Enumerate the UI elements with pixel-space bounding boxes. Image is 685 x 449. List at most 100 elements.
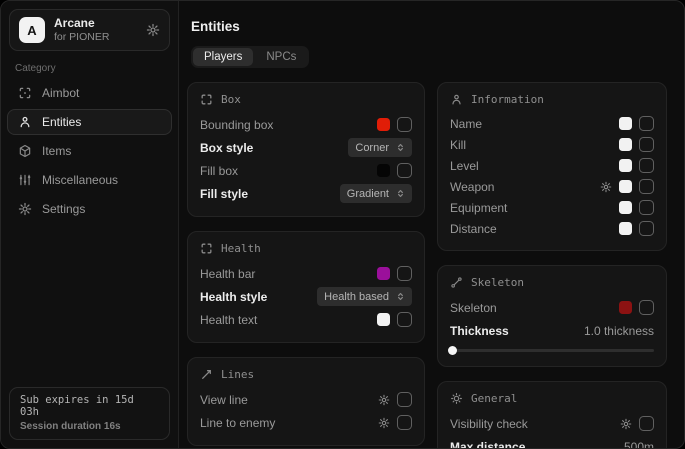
- setting-row: Weapon: [450, 176, 654, 197]
- bone-icon: [450, 276, 463, 289]
- setting-row: Level: [450, 155, 654, 176]
- checkbox[interactable]: [639, 416, 654, 431]
- person-scan-icon: [18, 115, 32, 129]
- setting-label: Box style: [200, 141, 253, 155]
- checkbox[interactable]: [639, 300, 654, 315]
- dropdown-value: Gradient: [347, 188, 389, 200]
- checkbox[interactable]: [639, 200, 654, 215]
- color-swatch[interactable]: [619, 138, 632, 151]
- setting-row: Max distance 500m: [450, 435, 654, 449]
- setting-label: Equipment: [450, 201, 507, 215]
- checkbox[interactable]: [397, 163, 412, 178]
- panel-title: Health: [221, 242, 261, 255]
- session-duration-text: Session duration 16s: [20, 421, 159, 432]
- setting-label: Health style: [200, 290, 267, 304]
- color-swatch[interactable]: [619, 201, 632, 214]
- setting-row: Distance: [450, 218, 654, 239]
- color-swatch[interactable]: [619, 301, 632, 314]
- checkbox[interactable]: [639, 137, 654, 152]
- category-label: Category: [15, 63, 178, 74]
- sidebar-item-label: Entities: [42, 115, 81, 129]
- setting-row: Name: [450, 113, 654, 134]
- checkbox[interactable]: [639, 158, 654, 173]
- setting-row: Skeleton: [450, 296, 654, 319]
- checkbox[interactable]: [397, 312, 412, 327]
- setting-row: Thickness 1.0 thickness: [450, 319, 654, 342]
- color-swatch[interactable]: [619, 180, 632, 193]
- panel-general: General Visibility check Max distance 50…: [437, 381, 667, 449]
- chevron-updown-icon: [396, 292, 405, 301]
- chevron-updown-icon: [396, 143, 405, 152]
- panel-information: Information Name Kill: [437, 82, 667, 251]
- sidebar-item-items[interactable]: Items: [7, 138, 172, 164]
- setting-row: View line: [200, 388, 412, 411]
- gear-icon[interactable]: [620, 418, 632, 430]
- panel-title: Information: [471, 93, 544, 106]
- setting-label: Bounding box: [200, 118, 273, 132]
- color-swatch[interactable]: [377, 164, 390, 177]
- panel-box: Box Bounding box Box style Corner: [187, 82, 425, 217]
- tab-players[interactable]: Players: [193, 48, 253, 66]
- gear-icon[interactable]: [378, 394, 390, 406]
- color-swatch[interactable]: [377, 267, 390, 280]
- panel-title: Box: [221, 93, 241, 106]
- setting-label: Max distance: [450, 440, 525, 449]
- setting-label: Weapon: [450, 180, 494, 194]
- checkbox[interactable]: [397, 392, 412, 407]
- max-distance-value: 500m: [624, 440, 654, 449]
- setting-label: Health bar: [200, 267, 255, 281]
- crosshair-icon: [18, 86, 32, 100]
- setting-label: Distance: [450, 222, 497, 236]
- sidebar: A Arcane for PIONER Category Aimbot Enti…: [1, 1, 179, 448]
- color-swatch[interactable]: [377, 118, 390, 131]
- sidebar-item-miscellaneous[interactable]: Miscellaneous: [7, 167, 172, 193]
- setting-label: Health text: [200, 313, 257, 327]
- setting-label: Thickness: [450, 324, 509, 338]
- setting-label: Fill box: [200, 164, 238, 178]
- checkbox[interactable]: [639, 221, 654, 236]
- checkbox[interactable]: [639, 179, 654, 194]
- checkbox[interactable]: [639, 116, 654, 131]
- setting-row: Equipment: [450, 197, 654, 218]
- panel-lines: Lines View line Line to enemy: [187, 357, 425, 446]
- color-swatch[interactable]: [619, 117, 632, 130]
- dropdown-value: Corner: [355, 142, 389, 154]
- sidebar-item-entities[interactable]: Entities: [7, 109, 172, 135]
- gear-icon[interactable]: [378, 417, 390, 429]
- tab-npcs[interactable]: NPCs: [255, 48, 307, 66]
- color-swatch[interactable]: [619, 159, 632, 172]
- panel-title: Skeleton: [471, 276, 524, 289]
- sidebar-item-label: Miscellaneous: [42, 173, 118, 187]
- app-header-card: A Arcane for PIONER: [9, 9, 170, 51]
- color-swatch[interactable]: [377, 313, 390, 326]
- setting-label: Fill style: [200, 187, 248, 201]
- setting-row: Bounding box: [200, 113, 412, 136]
- panel-skeleton: Skeleton Skeleton Thickness 1.0 thicknes…: [437, 265, 667, 367]
- sidebar-item-label: Aimbot: [42, 86, 79, 100]
- health-style-dropdown[interactable]: Health based: [317, 287, 412, 306]
- sidebar-item-aimbot[interactable]: Aimbot: [7, 80, 172, 106]
- thickness-slider[interactable]: [450, 346, 654, 355]
- gear-icon[interactable]: [600, 181, 612, 193]
- corner-brackets-icon: [200, 242, 213, 255]
- slider-thumb[interactable]: [448, 346, 457, 355]
- box-style-dropdown[interactable]: Corner: [348, 138, 412, 157]
- checkbox[interactable]: [397, 266, 412, 281]
- slider-track[interactable]: [450, 349, 654, 352]
- sliders-icon: [18, 173, 32, 187]
- setting-label: Visibility check: [450, 417, 528, 431]
- checkbox[interactable]: [397, 415, 412, 430]
- app-subtitle: for PIONER: [54, 31, 137, 44]
- fill-style-dropdown[interactable]: Gradient: [340, 184, 412, 203]
- checkbox[interactable]: [397, 117, 412, 132]
- color-swatch[interactable]: [619, 222, 632, 235]
- sidebar-item-settings[interactable]: Settings: [7, 196, 172, 222]
- page-title: Entities: [191, 19, 667, 34]
- thickness-value: 1.0 thickness: [584, 324, 654, 338]
- gear-icon[interactable]: [146, 23, 160, 37]
- setting-label: Line to enemy: [200, 416, 275, 430]
- sun-icon: [450, 392, 463, 405]
- setting-row: Visibility check: [450, 412, 654, 435]
- setting-label: View line: [200, 393, 248, 407]
- subscription-info-card: Sub expires in 15d 03h Session duration …: [9, 387, 170, 440]
